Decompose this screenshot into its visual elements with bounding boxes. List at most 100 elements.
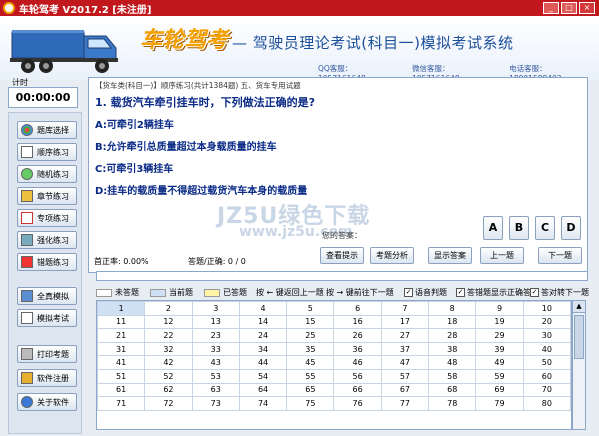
- grid-cell[interactable]: 35: [286, 341, 335, 357]
- grid-cell[interactable]: 65: [286, 382, 335, 398]
- grid-cell[interactable]: 8: [428, 301, 477, 316]
- grid-cell[interactable]: 54: [238, 368, 288, 384]
- auto-next-toggle[interactable]: ✓ 答对转下一题: [530, 287, 589, 298]
- nav-random[interactable]: 随机练习: [17, 165, 77, 183]
- grid-cell[interactable]: 68: [428, 382, 477, 398]
- grid-cell[interactable]: 64: [238, 382, 288, 398]
- grid-cell[interactable]: 18: [428, 314, 477, 330]
- grid-cell[interactable]: 20: [522, 314, 572, 330]
- grid-cell[interactable]: 24: [238, 328, 288, 343]
- grid-cell[interactable]: 30: [522, 328, 572, 343]
- option-c[interactable]: C:可牵引3辆挂车: [95, 160, 173, 175]
- grid-cell[interactable]: 72: [144, 396, 193, 411]
- grid-cell[interactable]: 13: [191, 314, 240, 330]
- nav-full-simulation[interactable]: 全真模拟: [17, 287, 77, 305]
- grid-cell[interactable]: 80: [522, 396, 572, 411]
- grid-cell[interactable]: 47: [380, 355, 430, 370]
- grid-cell[interactable]: 71: [96, 396, 146, 411]
- grid-cell[interactable]: 42: [144, 355, 193, 370]
- grid-cell[interactable]: 29: [475, 328, 524, 343]
- grid-cell[interactable]: 48: [428, 355, 477, 370]
- grid-cell[interactable]: 46: [333, 355, 382, 370]
- grid-cell[interactable]: 74: [238, 396, 288, 411]
- nav-mock-exam[interactable]: 模拟考试: [17, 309, 77, 327]
- next-question-button[interactable]: 下一题: [538, 247, 582, 264]
- grid-cell[interactable]: 69: [475, 382, 524, 398]
- grid-cell[interactable]: 15: [286, 314, 335, 330]
- grid-cell[interactable]: 22: [144, 328, 193, 343]
- grid-cell[interactable]: 56: [333, 368, 382, 384]
- hint-button[interactable]: 查看提示: [320, 247, 364, 264]
- grid-scrollbar[interactable]: ▲: [572, 300, 586, 430]
- nav-special[interactable]: 专项练习: [17, 209, 77, 227]
- grid-cell[interactable]: 78: [428, 396, 477, 411]
- option-b[interactable]: B:允许牵引总质量超过本身载质量的挂车: [95, 138, 277, 153]
- nav-question-bank[interactable]: 题库选择: [17, 121, 77, 139]
- grid-cell[interactable]: 79: [475, 396, 524, 411]
- grid-cell[interactable]: 33: [191, 341, 240, 357]
- nav-print[interactable]: 打印考题: [17, 345, 77, 363]
- grid-cell[interactable]: 32: [144, 341, 193, 357]
- nav-sequential[interactable]: 顺序练习: [17, 143, 77, 161]
- grid-cell[interactable]: 26: [333, 328, 382, 343]
- option-a[interactable]: A:可牵引2辆挂车: [95, 116, 174, 131]
- answer-c-button[interactable]: C: [535, 216, 555, 240]
- grid-cell[interactable]: 14: [238, 314, 288, 330]
- close-button[interactable]: ×: [579, 2, 595, 14]
- grid-cell[interactable]: 75: [286, 396, 335, 411]
- grid-cell[interactable]: 19: [475, 314, 524, 330]
- nav-chapter[interactable]: 章节练习: [17, 187, 77, 205]
- grid-cell[interactable]: 73: [191, 396, 240, 411]
- nav-mistakes[interactable]: 错题练习: [17, 253, 77, 271]
- grid-cell[interactable]: 44: [238, 355, 288, 370]
- voice-checkbox[interactable]: ✓: [404, 288, 413, 297]
- grid-cell[interactable]: 4: [238, 301, 288, 316]
- grid-cell[interactable]: 77: [380, 396, 430, 411]
- answer-b-button[interactable]: B: [509, 216, 529, 240]
- grid-cell[interactable]: 62: [144, 382, 193, 398]
- grid-cell[interactable]: 41: [96, 355, 146, 370]
- grid-cell[interactable]: 49: [475, 355, 524, 370]
- scroll-thumb[interactable]: [574, 315, 584, 359]
- grid-cell[interactable]: 2: [144, 301, 193, 316]
- grid-cell[interactable]: 1: [96, 301, 146, 316]
- grid-cell[interactable]: 37: [380, 341, 430, 357]
- grid-cell[interactable]: 6: [333, 301, 382, 316]
- nav-register[interactable]: 软件注册: [17, 369, 77, 387]
- grid-cell[interactable]: 43: [191, 355, 240, 370]
- show-error-toggle[interactable]: ✓ 答错题显示正确答案: [456, 287, 539, 298]
- grid-cell[interactable]: 61: [96, 382, 146, 398]
- minimize-button[interactable]: _: [543, 2, 559, 14]
- nav-intensive[interactable]: 强化练习: [17, 231, 77, 249]
- grid-cell[interactable]: 59: [475, 368, 524, 384]
- grid-cell[interactable]: 39: [475, 341, 524, 357]
- grid-cell[interactable]: 16: [333, 314, 382, 330]
- grid-cell[interactable]: 76: [333, 396, 382, 411]
- grid-cell[interactable]: 36: [333, 341, 382, 357]
- grid-cell[interactable]: 21: [96, 328, 146, 343]
- grid-cell[interactable]: 10: [522, 301, 572, 316]
- answer-a-button[interactable]: A: [483, 216, 503, 240]
- grid-cell[interactable]: 63: [191, 382, 240, 398]
- grid-cell[interactable]: 28: [428, 328, 477, 343]
- grid-cell[interactable]: 27: [380, 328, 430, 343]
- grid-cell[interactable]: 51: [96, 368, 146, 384]
- prev-question-button[interactable]: 上一题: [480, 247, 524, 264]
- grid-cell[interactable]: 23: [191, 328, 240, 343]
- grid-cell[interactable]: 38: [428, 341, 477, 357]
- grid-cell[interactable]: 55: [286, 368, 335, 384]
- maximize-button[interactable]: □: [561, 2, 577, 14]
- grid-cell[interactable]: 9: [475, 301, 524, 316]
- grid-cell[interactable]: 31: [96, 341, 146, 357]
- auto-next-checkbox[interactable]: ✓: [530, 288, 539, 297]
- show-answer-button[interactable]: 显示答案: [428, 247, 472, 264]
- grid-cell[interactable]: 70: [522, 382, 572, 398]
- grid-cell[interactable]: 50: [522, 355, 572, 370]
- nav-about[interactable]: 关于软件: [17, 393, 77, 411]
- grid-cell[interactable]: 11: [96, 314, 146, 330]
- grid-cell[interactable]: 7: [380, 301, 430, 316]
- grid-cell[interactable]: 40: [522, 341, 572, 357]
- answer-d-button[interactable]: D: [561, 216, 581, 240]
- grid-cell[interactable]: 58: [428, 368, 477, 384]
- show-error-checkbox[interactable]: ✓: [456, 288, 465, 297]
